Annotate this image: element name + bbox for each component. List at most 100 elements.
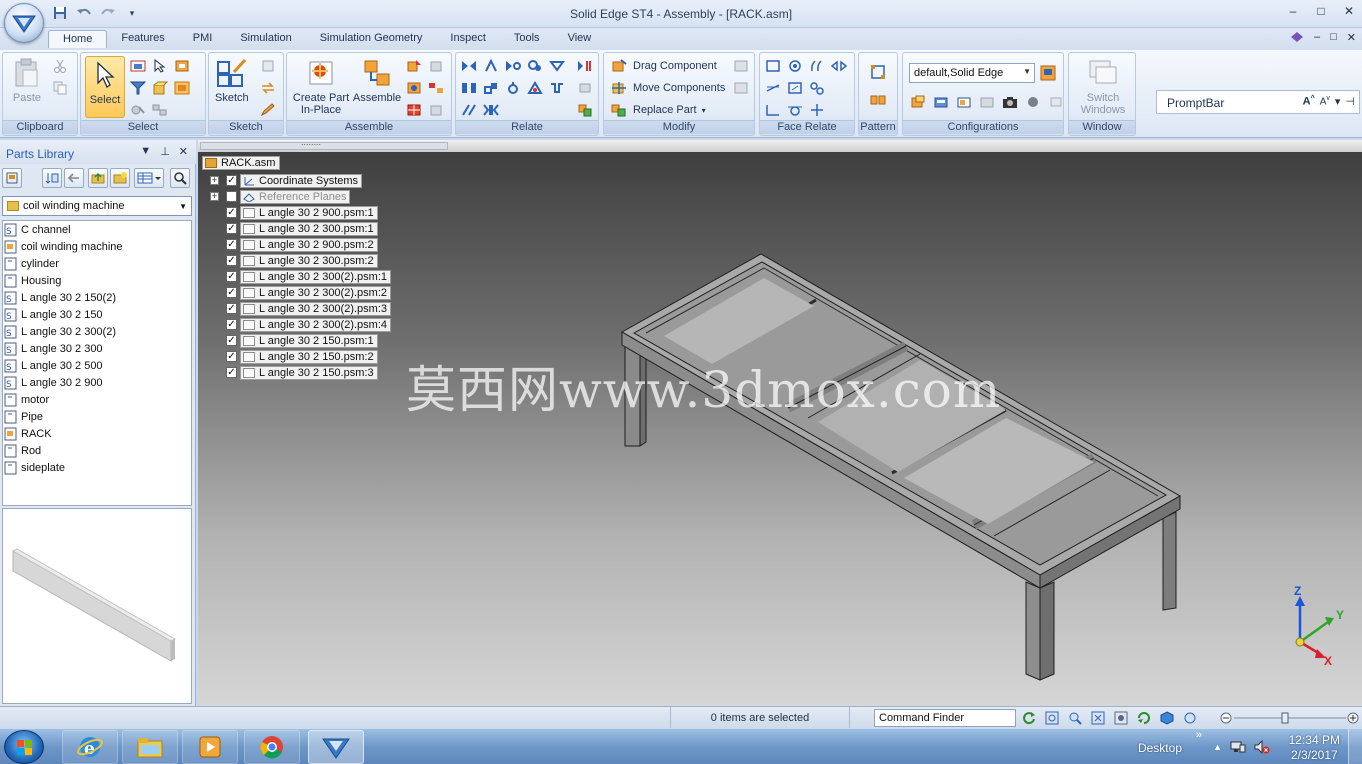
list-item[interactable]: S L angle 30 2 300 bbox=[3, 340, 191, 357]
list-item[interactable]: S L angle 30 2 300(2) bbox=[3, 323, 191, 340]
list-item[interactable]: Pipe bbox=[3, 408, 191, 425]
create-part-in-place-button[interactable]: Create Part In-Place bbox=[291, 57, 351, 116]
mate-icon[interactable] bbox=[460, 57, 478, 75]
insert-component-icon[interactable] bbox=[405, 57, 423, 75]
tree-part-node[interactable]: ✓ L angle 30 2 900.psm:2 bbox=[198, 238, 398, 252]
zoom-slider[interactable] bbox=[1220, 712, 1360, 724]
tab-view[interactable]: View bbox=[554, 30, 606, 48]
promptbar[interactable]: PromptBar A^ Av ▾ ⊣ bbox=[1156, 90, 1360, 114]
visibility-checkbox[interactable]: ✓ bbox=[226, 239, 237, 250]
tree-node-coordinate-systems[interactable]: + ✓ Coordinate Systems bbox=[198, 174, 398, 188]
move-components-button[interactable]: Move Components bbox=[610, 78, 725, 98]
list-item[interactable]: motor bbox=[3, 391, 191, 408]
tree-part-node[interactable]: ✓ L angle 30 2 300(2).psm:1 bbox=[198, 270, 398, 284]
replace-part-dropdown-icon[interactable]: ▾ bbox=[702, 106, 706, 115]
rigid-set-icon[interactable] bbox=[482, 101, 500, 119]
rotate-icon[interactable] bbox=[1135, 710, 1152, 726]
cut-icon[interactable] bbox=[51, 57, 69, 75]
visibility-checkbox[interactable]: ✓ bbox=[226, 223, 237, 234]
tab-simulation[interactable]: Simulation bbox=[226, 30, 305, 48]
library-home-icon[interactable] bbox=[2, 168, 22, 188]
visibility-checkbox[interactable]: ✓ bbox=[226, 335, 237, 346]
tree-part-node[interactable]: ✓ L angle 30 2 300.psm:2 bbox=[198, 254, 398, 268]
sketch-swap-icon[interactable] bbox=[259, 79, 277, 97]
panel-close-icon[interactable]: ✕ bbox=[179, 145, 188, 158]
promptbar-menu-icon[interactable]: ▾ bbox=[1335, 95, 1341, 108]
library-view-icon[interactable] bbox=[134, 168, 164, 188]
cam-icon[interactable] bbox=[504, 79, 522, 97]
config-zone-icon[interactable] bbox=[932, 93, 950, 111]
mirror-icon[interactable] bbox=[869, 91, 887, 109]
start-button[interactable] bbox=[4, 730, 44, 764]
tree-part-node[interactable]: ✓ L angle 30 2 900.psm:1 bbox=[198, 206, 398, 220]
tree-part-node[interactable]: ✓ L angle 30 2 150.psm:2 bbox=[198, 350, 398, 364]
library-folder-combo[interactable]: coil winding machine ▼ bbox=[2, 196, 192, 216]
doc-minimize-button[interactable]: – bbox=[1314, 31, 1320, 46]
tangent-face-icon[interactable] bbox=[786, 101, 804, 119]
select-orange-icon[interactable] bbox=[173, 57, 191, 75]
coaxial-icon[interactable] bbox=[786, 57, 804, 75]
zoom-icon[interactable] bbox=[1066, 710, 1083, 726]
desktop-toolbar-chevron-icon[interactable]: » bbox=[1196, 729, 1202, 741]
minimize-button[interactable]: – bbox=[1286, 4, 1300, 18]
zoom-area-icon[interactable] bbox=[1043, 710, 1060, 726]
hole-icon[interactable] bbox=[405, 79, 423, 97]
font-decrease-icon[interactable]: Av bbox=[1320, 95, 1330, 108]
switch-windows-button[interactable]: Switch Windows bbox=[1075, 57, 1131, 116]
doc-close-button[interactable]: ✕ bbox=[1347, 31, 1356, 46]
visibility-checkbox[interactable] bbox=[226, 191, 237, 202]
offset-icon[interactable] bbox=[786, 79, 804, 97]
modify-gray-icon-1[interactable] bbox=[732, 57, 750, 75]
rigid-icon[interactable] bbox=[764, 101, 782, 119]
config-display-icon[interactable] bbox=[909, 93, 927, 111]
library-back-icon[interactable] bbox=[64, 168, 84, 188]
tree-part-node[interactable]: ✓ L angle 30 2 150.psm:3 bbox=[198, 366, 398, 380]
match-coordinate-icon[interactable] bbox=[548, 79, 566, 97]
visibility-checkbox[interactable]: ✓ bbox=[226, 207, 237, 218]
tab-home[interactable]: Home bbox=[48, 30, 108, 48]
tab-simulation-geometry[interactable]: Simulation Geometry bbox=[306, 30, 437, 48]
modify-gray-icon-2[interactable] bbox=[732, 79, 750, 97]
replace-part-button[interactable]: Replace Part ▾ bbox=[610, 100, 706, 120]
list-item[interactable]: S L angle 30 2 500 bbox=[3, 357, 191, 374]
visibility-checkbox[interactable]: ✓ bbox=[226, 175, 237, 186]
select-options-icon[interactable] bbox=[151, 101, 169, 119]
visibility-checkbox[interactable]: ✓ bbox=[226, 367, 237, 378]
taskbar-file-explorer[interactable] bbox=[122, 730, 178, 764]
connect-icon[interactable] bbox=[548, 57, 566, 75]
expand-icon[interactable]: + bbox=[210, 176, 219, 185]
list-item[interactable]: S L angle 30 2 150(2) bbox=[3, 289, 191, 306]
tree-node-reference-planes[interactable]: + Reference Planes bbox=[198, 190, 398, 204]
library-sort-icon[interactable] bbox=[42, 168, 62, 188]
taskbar-solid-edge[interactable] bbox=[308, 730, 364, 764]
graphics-window[interactable]: RACK.asm + ✓ Coordinate Systems + Refere… bbox=[198, 140, 1362, 706]
view-triad[interactable] bbox=[1284, 586, 1344, 666]
command-finder-input[interactable]: Command Finder bbox=[874, 709, 1016, 727]
taskbar-media-player[interactable] bbox=[182, 730, 238, 764]
parallel-faces-icon[interactable] bbox=[808, 57, 826, 75]
tab-tools[interactable]: Tools bbox=[500, 30, 554, 48]
camera-icon[interactable] bbox=[1001, 93, 1019, 111]
view-styles-icon[interactable] bbox=[1181, 710, 1198, 726]
volume-muted-icon[interactable] bbox=[1254, 739, 1270, 757]
maximize-button[interactable]: □ bbox=[1314, 4, 1328, 18]
panel-pin-icon[interactable]: ⊥ bbox=[160, 145, 170, 158]
perpendicular-icon[interactable] bbox=[764, 79, 782, 97]
list-item[interactable]: S C channel bbox=[3, 221, 191, 238]
tangent-icon[interactable] bbox=[482, 79, 500, 97]
configuration-dropdown-icon[interactable]: ▼ bbox=[1023, 67, 1031, 76]
paste-button[interactable]: Paste bbox=[11, 57, 43, 104]
list-item[interactable]: Housing bbox=[3, 272, 191, 289]
tree-part-node[interactable]: ✓ L angle 30 2 300.psm:1 bbox=[198, 222, 398, 236]
relate-gray-icon[interactable] bbox=[576, 79, 594, 97]
list-item[interactable]: S L angle 30 2 900 bbox=[3, 374, 191, 391]
drag-component-button[interactable]: Drag Component bbox=[610, 56, 717, 76]
tab-inspect[interactable]: Inspect bbox=[436, 30, 499, 48]
list-item[interactable]: sideplate bbox=[3, 459, 191, 476]
list-item[interactable]: cylinder bbox=[3, 255, 191, 272]
show-hidden-icons-icon[interactable]: ▲ bbox=[1213, 742, 1222, 752]
show-desktop-button[interactable] bbox=[1348, 729, 1362, 764]
library-new-folder-icon[interactable] bbox=[110, 168, 130, 188]
panel-menu-icon[interactable]: ▼ bbox=[140, 145, 151, 158]
visibility-checkbox[interactable]: ✓ bbox=[226, 303, 237, 314]
